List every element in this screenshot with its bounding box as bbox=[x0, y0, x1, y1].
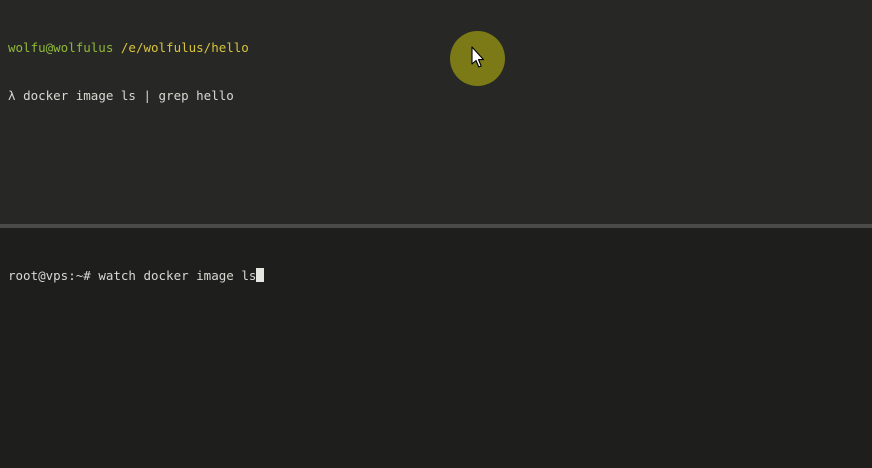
command-line: λ docker image ls | grep hello bbox=[8, 88, 864, 104]
command-line: root@vps:~# watch docker image ls bbox=[8, 268, 864, 284]
terminal-pane-top[interactable]: wolfu@wolfulus /e/wolfulus/hello λ docke… bbox=[0, 0, 872, 224]
terminal-pane-bottom[interactable]: root@vps:~# watch docker image ls bbox=[0, 228, 872, 468]
command-text: watch docker image ls bbox=[98, 268, 257, 283]
prompt-symbol: λ bbox=[8, 88, 16, 103]
mouse-pointer-icon bbox=[471, 46, 485, 68]
prompt-user: wolfu@wolfulus bbox=[8, 40, 114, 55]
text-cursor bbox=[256, 268, 265, 282]
prompt-text: root@vps:~# bbox=[8, 268, 91, 283]
prompt-path: /e/wolfulus/hello bbox=[120, 40, 249, 55]
command-text: docker image ls | grep hello bbox=[23, 88, 234, 103]
prompt-line: wolfu@wolfulus /e/wolfulus/hello bbox=[8, 40, 864, 56]
